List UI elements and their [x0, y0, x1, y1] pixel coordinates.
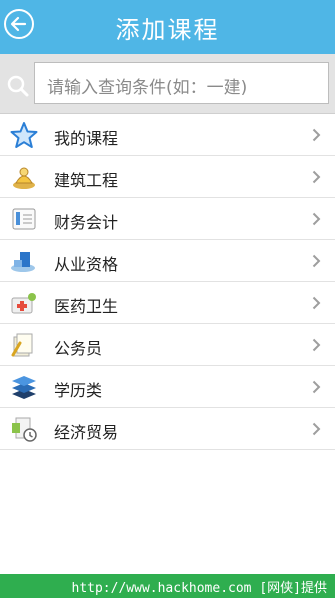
category-label: 医药卫生 — [54, 297, 119, 316]
app-header: 添加课程 — [0, 0, 335, 54]
category-label: 公务员 — [54, 339, 103, 358]
category-label: 经济贸易 — [54, 423, 119, 442]
category-item-civil-servant[interactable]: 公务员 — [0, 324, 335, 366]
chevron-right-icon — [312, 380, 321, 394]
search-icon[interactable] — [6, 74, 30, 98]
search-input[interactable]: 请输入查询条件(如：一建) — [34, 62, 329, 104]
category-list: 我的课程 建筑工程 财务会计 从业资格 医药卫生 公务员 学历类 经济贸易 — [0, 114, 335, 450]
category-item-my-courses[interactable]: 我的课程 — [0, 114, 335, 156]
watermark-text: http://www.hackhome.com [网侠]提供 — [71, 581, 328, 596]
chevron-right-icon — [312, 170, 321, 184]
construction-icon — [13, 167, 35, 189]
category-label: 建筑工程 — [54, 171, 119, 190]
chevron-right-icon — [312, 128, 321, 142]
search-bar: 请输入查询条件(如：一建) — [0, 54, 335, 114]
medical-kit-icon — [11, 293, 36, 314]
chevron-right-icon — [312, 212, 321, 226]
certificate-icon — [11, 252, 35, 272]
chevron-right-icon — [312, 422, 321, 436]
chevron-right-icon — [312, 296, 321, 310]
category-item-medical[interactable]: 医药卫生 — [0, 282, 335, 324]
trade-icon — [12, 417, 37, 442]
category-label: 我的课程 — [54, 129, 119, 148]
category-label: 学历类 — [54, 381, 103, 400]
category-label: 财务会计 — [54, 213, 119, 232]
category-item-accounting[interactable]: 财务会计 — [0, 198, 335, 240]
category-item-qualification[interactable]: 从业资格 — [0, 240, 335, 282]
category-item-academic[interactable]: 学历类 — [0, 366, 335, 408]
star-icon — [10, 122, 38, 148]
category-item-construction[interactable]: 建筑工程 — [0, 156, 335, 198]
category-label: 从业资格 — [54, 255, 119, 274]
chevron-right-icon — [312, 254, 321, 268]
documents-icon — [11, 333, 33, 357]
chevron-right-icon — [312, 338, 321, 352]
category-item-trade[interactable]: 经济贸易 — [0, 408, 335, 450]
layers-icon — [12, 376, 36, 399]
page-title: 添加课程 — [115, 16, 220, 44]
watermark-bar: http://www.hackhome.com [网侠]提供 — [0, 574, 335, 598]
calculator-icon — [12, 208, 36, 230]
